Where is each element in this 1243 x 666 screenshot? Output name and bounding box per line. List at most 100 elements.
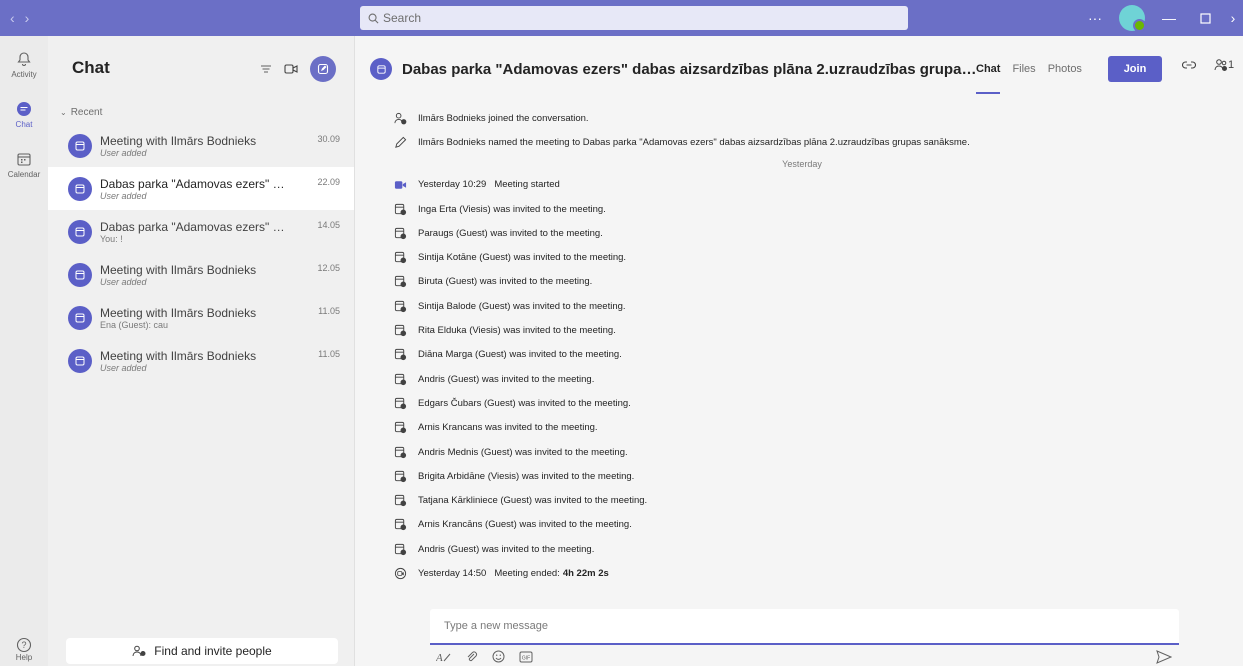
video-camera-icon [392, 177, 408, 193]
chat-list-item[interactable]: Dabas parka "Adamovas ezers" dabas aizsa… [48, 210, 354, 253]
message-text: Arnis Krancans was invited to the meetin… [418, 422, 598, 434]
chat-list-item-selected[interactable]: Dabas parka "Adamovas ezers" dabas aizsa… [48, 167, 354, 210]
people-add-icon [132, 645, 146, 657]
search-placeholder: Search [383, 11, 422, 25]
chat-item-name: Meeting with Ilmārs Bodnieks [100, 348, 257, 363]
send-icon[interactable] [1156, 650, 1172, 664]
join-button[interactable]: Join [1108, 56, 1162, 82]
meeting-duration: 4h 22m 2s [562, 567, 609, 579]
meeting-invite-icon [392, 468, 408, 484]
meeting-avatar-icon [68, 219, 92, 244]
message-text: Arnis Krancāns (Guest) was invited to th… [418, 519, 632, 531]
tab-chat[interactable]: Chat [976, 36, 1001, 102]
back-arrow-icon[interactable]: ‹ [10, 10, 15, 26]
invite-message: Paraugs (Guest) was invited to the meeti… [392, 221, 1212, 245]
invite-message: Andris (Guest) was invited to the meetin… [392, 537, 1212, 561]
message-text: Diāna Marga (Guest) was invited to the m… [418, 349, 622, 361]
chat-item-name: Meeting with Ilmārs Bodnieks [100, 133, 257, 148]
meeting-avatar-icon [68, 133, 92, 158]
chat-list-pane: Chat ⌄ Recent Meeting with Ilmārs Bodnie… [48, 36, 355, 666]
chat-list-item[interactable]: Meeting with Ilmārs Bodnieks Ena (Guest)… [48, 296, 354, 339]
composer-placeholder: Type a new message [444, 620, 548, 632]
meeting-invite-icon [392, 420, 408, 436]
meeting-invite-icon [392, 250, 408, 266]
message-text: Brigita Arbidāne (Viesis) was invited to… [418, 470, 635, 482]
message-text: Inga Erta (Viesis) was invited to the me… [418, 203, 606, 215]
rail-item-activity[interactable]: Activity [0, 40, 48, 90]
compose-icon [317, 63, 329, 75]
user-avatar[interactable] [1119, 5, 1146, 32]
rail-label: Help [15, 653, 33, 662]
more-options-icon[interactable]: ··· [1077, 0, 1113, 36]
link-icon[interactable] [1182, 60, 1196, 70]
maximize-icon[interactable] [1187, 0, 1223, 36]
recent-label: Recent [70, 106, 103, 118]
meeting-started-message: Yesterday 10:29 Meeting started [392, 173, 1212, 197]
chat-item-date: 30.09 [317, 134, 340, 144]
chat-item-preview: User added [100, 147, 147, 158]
minimize-icon[interactable]: — [1151, 0, 1187, 36]
message-composer-input[interactable]: Type a new message [430, 609, 1179, 645]
recent-section-toggle[interactable]: ⌄ Recent [48, 100, 354, 124]
gif-icon[interactable]: GIF [519, 651, 533, 663]
chat-item-date: 11.05 [318, 349, 340, 359]
attach-icon[interactable] [466, 651, 478, 663]
chat-item-date: 11.05 [318, 306, 340, 316]
meeting-invite-icon [392, 371, 408, 387]
emoji-icon[interactable] [492, 650, 505, 663]
system-message: Ilmārs Bodnieks named the meeting to Dab… [392, 130, 1212, 154]
participants-button[interactable]: 1 [1214, 58, 1234, 72]
chevron-down-icon: ⌄ [60, 107, 67, 117]
search-icon [368, 13, 379, 23]
chat-list-item[interactable]: Meeting with Ilmārs Bodnieks User added … [48, 339, 354, 382]
meeting-avatar-icon [68, 176, 92, 201]
find-invite-label: Find and invite people [154, 644, 272, 658]
filter-icon[interactable] [260, 63, 272, 75]
chat-list-item[interactable]: Meeting with Ilmārs Bodnieks User added … [48, 253, 354, 296]
main-pane: Dabas parka "Adamovas ezers" dabas aizsa… [356, 36, 1243, 666]
close-icon[interactable]: › [1223, 0, 1243, 36]
invite-message: Diāna Marga (Guest) was invited to the m… [392, 343, 1212, 367]
help-icon: ? [16, 637, 32, 653]
rail-item-help[interactable]: ? Help [0, 637, 48, 662]
system-message: Ilmārs Bodnieks joined the conversation. [392, 106, 1212, 130]
forward-arrow-icon[interactable]: › [25, 10, 30, 26]
message-text: Andris (Guest) was invited to the meetin… [418, 373, 595, 385]
new-chat-button[interactable] [310, 56, 336, 82]
title-bar: ‹ › Search ··· — › [0, 0, 1243, 36]
invite-message: Arnis Krancans was invited to the meetin… [392, 416, 1212, 440]
chat-list-item[interactable]: Meeting with Ilmārs Bodnieks User added … [48, 124, 354, 167]
rail-label: Chat [15, 120, 33, 129]
search-input[interactable]: Search [360, 6, 908, 30]
tab-files[interactable]: Files [1012, 36, 1035, 102]
invite-message: Brigita Arbidāne (Viesis) was invited to… [392, 464, 1212, 488]
message-text: Meeting ended: [494, 567, 560, 579]
find-invite-button[interactable]: Find and invite people [66, 638, 338, 664]
invite-message: Edgars Čubars (Guest) was invited to the… [392, 391, 1212, 415]
rail-item-chat[interactable]: Chat [0, 90, 48, 140]
chat-item-name: Meeting with Ilmārs Bodnieks [100, 305, 257, 320]
call-end-icon [392, 565, 408, 581]
invite-message: Sintija Balode (Guest) was invited to th… [392, 294, 1212, 318]
tab-photos[interactable]: Photos [1048, 36, 1082, 102]
message-text: Ilmārs Bodnieks named the meeting to Dab… [418, 136, 970, 148]
person-add-icon [392, 110, 408, 126]
meeting-invite-icon [392, 444, 408, 460]
chat-item-preview: User added [100, 362, 147, 373]
meeting-invite-icon [392, 493, 408, 509]
video-call-icon[interactable] [284, 63, 298, 75]
message-text: Paraugs (Guest) was invited to the meeti… [418, 227, 603, 239]
meeting-invite-icon [392, 225, 408, 241]
chat-item-date: 22.09 [317, 177, 340, 187]
message-text: Sintija Kotāne (Guest) was invited to th… [418, 252, 627, 264]
meeting-invite-icon [392, 274, 408, 290]
format-icon[interactable]: A [436, 651, 452, 663]
chat-item-name: Dabas parka "Adamovas ezers" dabas aizsa… [100, 219, 290, 234]
chat-list-title: Chat [72, 58, 110, 77]
rail-item-calendar[interactable]: Calendar [0, 140, 48, 190]
meeting-avatar-icon [68, 348, 92, 373]
meeting-ended-message: Yesterday 14:50 Meeting ended: 4h 22m 2s [392, 561, 1212, 585]
meeting-invite-icon [392, 298, 408, 314]
invite-message: Arnis Krancāns (Guest) was invited to th… [392, 513, 1212, 537]
chat-item-date: 14.05 [317, 220, 340, 230]
